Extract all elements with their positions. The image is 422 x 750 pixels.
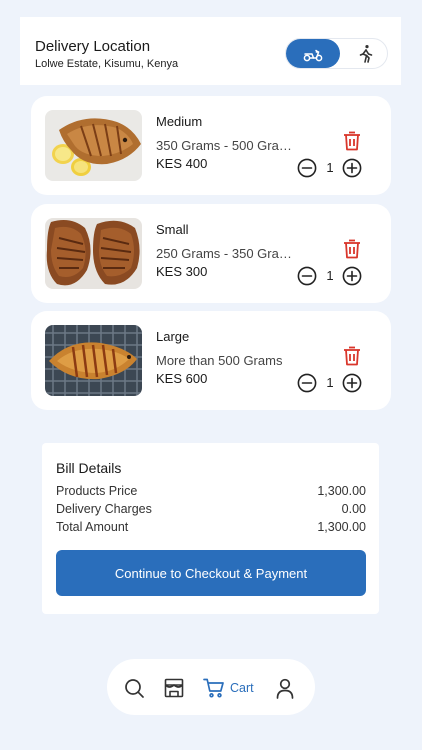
minus-circle-icon	[297, 158, 317, 178]
decrease-quantity-button[interactable]	[297, 373, 317, 393]
item-quantity: 1	[326, 268, 334, 283]
delete-item-button[interactable]	[342, 130, 362, 152]
cart-icon	[203, 678, 224, 698]
delivery-location-title: Delivery Location	[35, 38, 151, 55]
delete-item-button[interactable]	[342, 238, 362, 260]
bill-row-value: 1,300.00	[317, 520, 366, 534]
item-name: Large	[156, 329, 190, 344]
decrease-quantity-button[interactable]	[297, 266, 317, 286]
nav-profile[interactable]	[276, 677, 294, 699]
checkout-button[interactable]: Continue to Checkout & Payment	[56, 550, 366, 596]
item-price: KES 400	[156, 156, 208, 171]
delivery-location-header: Delivery Location Lolwe Estate, Kisumu, …	[20, 17, 401, 85]
trash-icon	[344, 131, 360, 151]
nav-search[interactable]	[124, 677, 145, 699]
delivery-address[interactable]: Lolwe Estate, Kisumu, Kenya	[35, 58, 178, 70]
bill-details-title: Bill Details	[56, 460, 122, 476]
item-name: Small	[156, 222, 189, 237]
scooter-icon	[303, 49, 323, 61]
pickup-mode-button[interactable]	[346, 39, 386, 68]
store-icon	[164, 678, 184, 698]
bill-row-value: 1,300.00	[317, 484, 366, 498]
item-weight: 250 Grams - 350 Grams	[156, 246, 296, 261]
item-weight: 350 Grams - 500 Grams	[156, 138, 296, 153]
delivery-mode-button[interactable]	[286, 39, 340, 68]
item-weight: More than 500 Grams	[156, 353, 283, 368]
bottom-navigation: Cart	[107, 659, 315, 715]
bill-row-total-amount: Total Amount 1,300.00	[56, 520, 366, 534]
profile-icon	[276, 678, 294, 699]
nav-cart[interactable]: Cart	[203, 677, 254, 699]
cart-item-large: Large More than 500 Grams KES 600 1	[31, 311, 391, 410]
plus-circle-icon	[342, 158, 362, 178]
plus-circle-icon	[342, 266, 362, 286]
increase-quantity-button[interactable]	[342, 373, 362, 393]
fish-image-medium	[45, 110, 142, 181]
fish-image-small	[45, 218, 142, 289]
delivery-mode-toggle	[285, 38, 388, 69]
plus-circle-icon	[342, 373, 362, 393]
minus-circle-icon	[297, 266, 317, 286]
bill-row-label: Delivery Charges	[56, 502, 152, 516]
cart-item-medium: Medium 350 Grams - 500 Grams KES 400 1	[31, 96, 391, 195]
bill-row-value: 0.00	[341, 502, 366, 516]
walking-person-icon	[359, 44, 373, 63]
nav-store[interactable]	[164, 677, 184, 699]
item-price: KES 600	[156, 371, 208, 386]
bill-row-label: Total Amount	[56, 520, 129, 534]
increase-quantity-button[interactable]	[342, 266, 362, 286]
bill-row-delivery-charges: Delivery Charges 0.00	[56, 502, 366, 516]
cart-item-small: Small 250 Grams - 350 Grams KES 300 1	[31, 204, 391, 303]
decrease-quantity-button[interactable]	[297, 158, 317, 178]
item-name: Medium	[156, 114, 203, 129]
bill-row-label: Products Price	[56, 484, 138, 498]
delete-item-button[interactable]	[342, 345, 362, 367]
fish-image-large	[45, 325, 142, 396]
nav-cart-label: Cart	[230, 681, 254, 695]
item-quantity: 1	[326, 375, 334, 390]
item-quantity: 1	[326, 160, 334, 175]
minus-circle-icon	[297, 373, 317, 393]
item-price: KES 300	[156, 264, 208, 279]
trash-icon	[344, 239, 360, 259]
increase-quantity-button[interactable]	[342, 158, 362, 178]
bill-row-products-price: Products Price 1,300.00	[56, 484, 366, 498]
bill-details-card: Bill Details Products Price 1,300.00 Del…	[42, 443, 379, 614]
trash-icon	[344, 346, 360, 366]
search-icon	[125, 678, 144, 698]
